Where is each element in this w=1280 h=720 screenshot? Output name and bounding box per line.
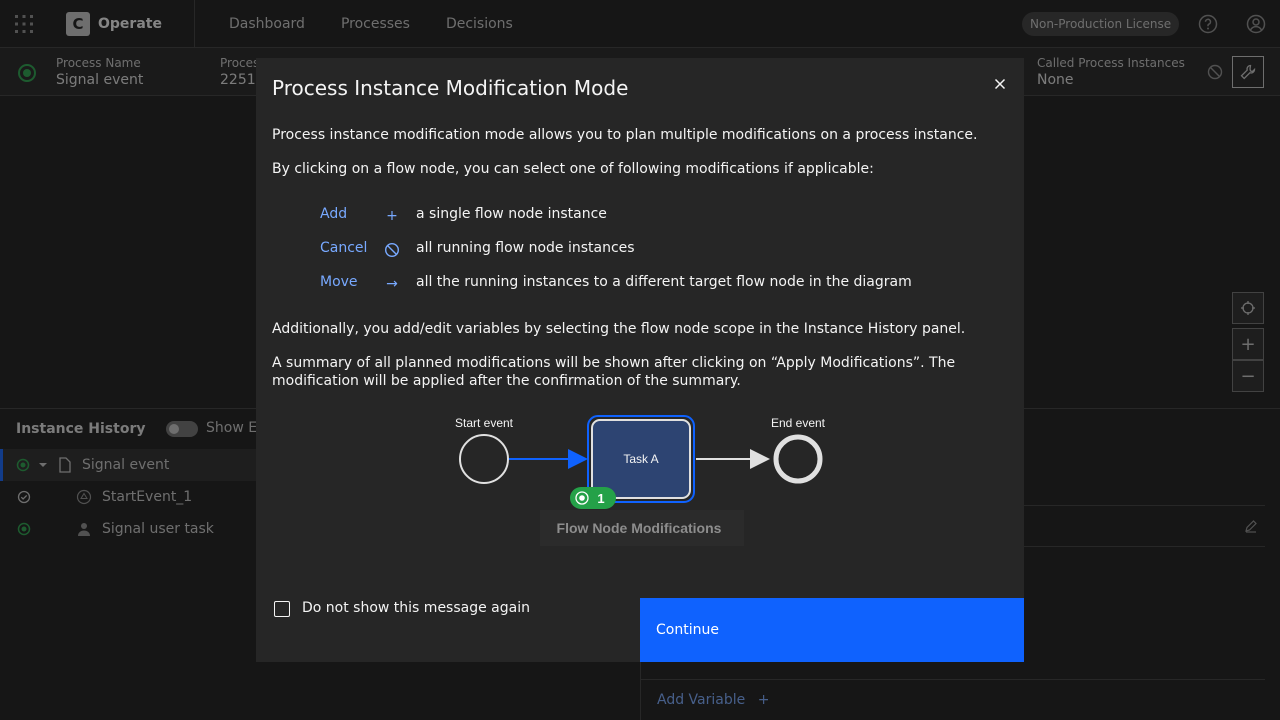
- modal-intro-text: Process instance modification mode allow…: [272, 127, 978, 143]
- modal-summary-text: A summary of all planned modifications w…: [272, 355, 956, 389]
- add-label: Add: [320, 206, 348, 222]
- modal-selection-text: By clicking on a flow node, you can sele…: [272, 161, 874, 177]
- start-event-label: Start event: [455, 416, 514, 430]
- cancel-icon: [382, 240, 402, 260]
- arrow-right-icon: →: [386, 276, 398, 292]
- close-button[interactable]: [984, 68, 1016, 100]
- dont-show-again-checkbox[interactable]: [274, 601, 290, 617]
- modal-title: Process Instance Modification Mode: [272, 76, 629, 100]
- start-event-shape: [459, 434, 509, 484]
- end-event-label: End event: [771, 416, 826, 430]
- task-a-label: Task A: [623, 452, 658, 466]
- modification-mode-modal: Process Instance Modification Mode Proce…: [256, 58, 1024, 662]
- modal-variables-text: Additionally, you add/edit variables by …: [272, 321, 966, 337]
- cancel-label: Cancel: [320, 240, 368, 256]
- cancel-description: all running flow node instances: [416, 240, 635, 256]
- end-event-shape: [773, 434, 823, 484]
- close-icon: [994, 78, 1006, 90]
- move-label: Move: [320, 274, 358, 290]
- move-description: all the running instances to a different…: [416, 274, 912, 290]
- dont-show-again-label[interactable]: Do not show this message again: [302, 600, 530, 616]
- tooltip-label: Flow Node Modifications: [557, 520, 722, 536]
- plus-icon: +: [386, 208, 398, 224]
- instance-count-badge: [570, 487, 616, 509]
- continue-button[interactable]: Continue: [640, 598, 1024, 662]
- flow-diagram-illustration: Start event Task A End event 1 Flow Node…: [455, 415, 826, 546]
- add-description: a single flow node instance: [416, 206, 607, 222]
- badge-count: 1: [597, 491, 604, 506]
